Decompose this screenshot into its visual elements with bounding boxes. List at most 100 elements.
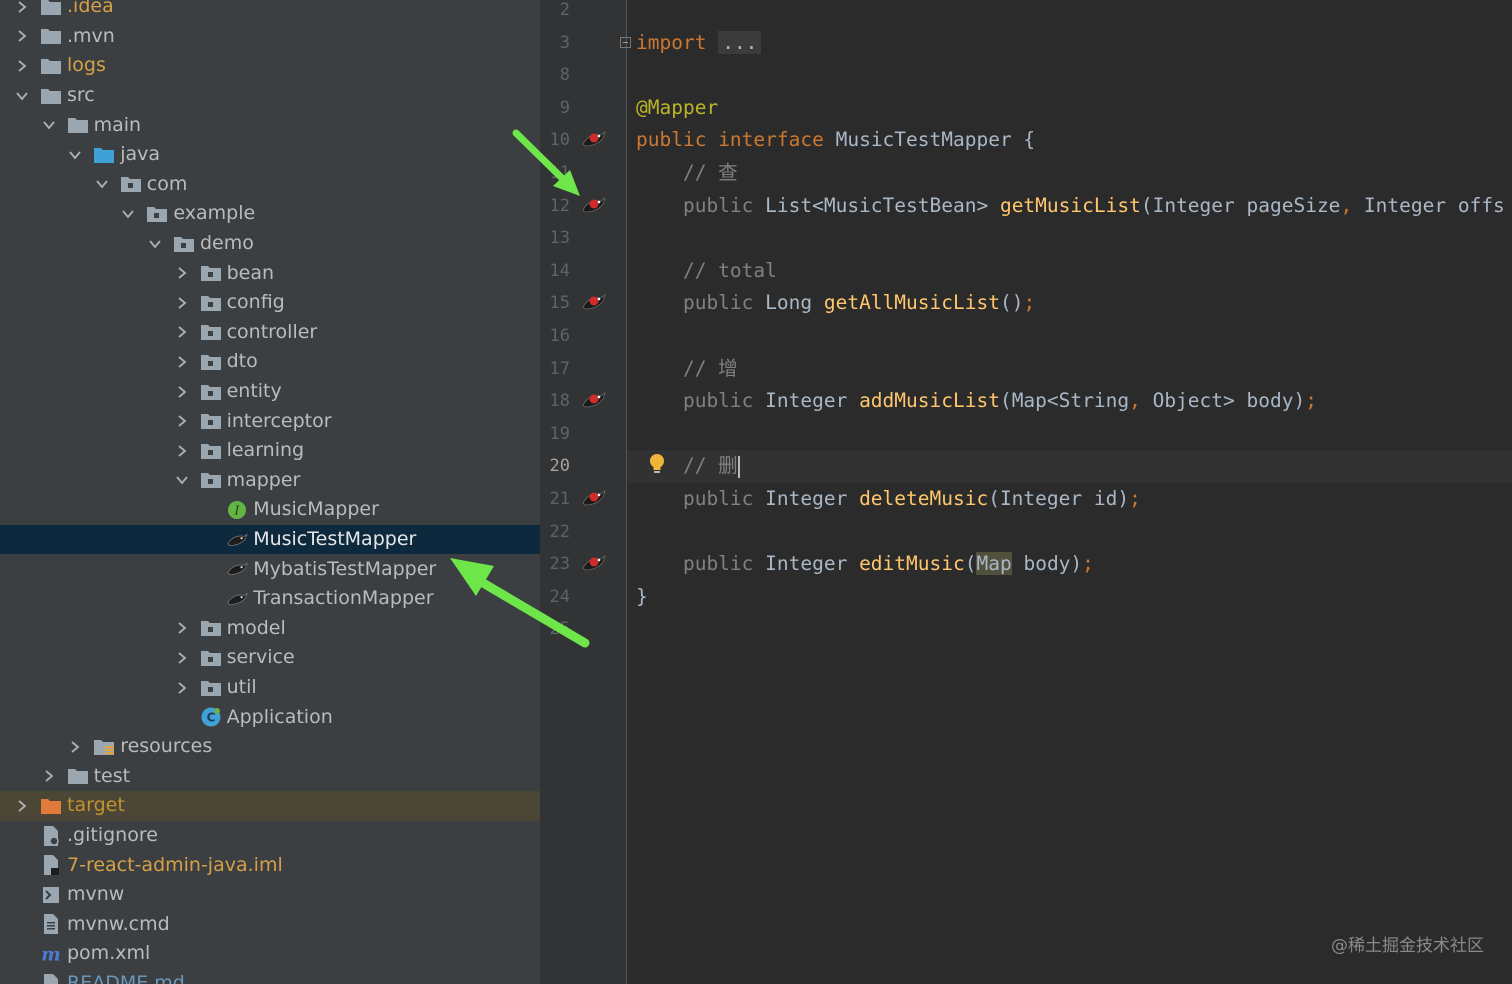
fold-toggle-icon[interactable] (620, 36, 631, 48)
code-token: Integer offs (1363, 193, 1505, 217)
line-number: 13 (549, 228, 570, 249)
chevron-right-icon[interactable] (174, 354, 190, 370)
tree-item-src[interactable]: src (0, 81, 540, 111)
mybatis-navigate-icon[interactable] (580, 551, 606, 577)
chevron-right-icon[interactable] (67, 739, 83, 755)
code-line[interactable]: public Integer deleteMusic(Integer id); (636, 483, 1141, 516)
code-line[interactable]: import ... (636, 27, 762, 60)
mybatis-bird-icon (226, 589, 249, 609)
code-line[interactable]: public Long getAllMusicList(); (636, 287, 1035, 320)
tree-item-test[interactable]: test (0, 762, 540, 792)
tree-item-application[interactable]: C Application (0, 702, 540, 732)
tree-item-mybatistestmapper[interactable]: MybatisTestMapper (0, 554, 540, 584)
chevron-right-icon[interactable] (174, 650, 190, 666)
tree-item-service[interactable]: service (0, 643, 540, 673)
mybatis-navigate-icon[interactable] (580, 127, 606, 153)
tree-item-main[interactable]: main (0, 110, 540, 140)
chevron-right-icon[interactable] (174, 384, 190, 400)
tree-item-gitignore[interactable]: .gitignore (0, 821, 540, 851)
tree-item-musicmapper[interactable]: I MusicMapper (0, 495, 540, 525)
chevron-down-icon[interactable] (67, 147, 83, 163)
project-tree-panel: .idea .mvn logs src main java com example demo be… (0, 0, 540, 984)
tree-item-interceptor[interactable]: interceptor (0, 406, 540, 436)
chevron-right-icon[interactable] (14, 798, 30, 814)
line-number: 2 (559, 0, 570, 20)
tree-item-label: MybatisTestMapper (253, 557, 437, 580)
tree-item-label: pom.xml (67, 942, 151, 965)
code-line[interactable]: @Mapper (636, 92, 718, 125)
chevron-right-icon[interactable] (174, 680, 190, 696)
mybatis-navigate-icon[interactable] (580, 388, 606, 414)
tree-item-util[interactable]: util (0, 673, 540, 703)
tree-item-mvnw-cmd[interactable]: mvnw.cmd (0, 910, 540, 940)
code-line[interactable]: // 删 (636, 450, 740, 483)
code-token: (Integer pageSize (1140, 193, 1341, 217)
chevron-right-icon[interactable] (174, 443, 190, 459)
code-line[interactable]: public Integer addMusicList(Map<String, … (636, 385, 1317, 418)
code-token: // 增 (636, 356, 738, 380)
code-line[interactable]: } (636, 581, 648, 614)
tree-item-transactionmapper[interactable]: TransactionMapper (0, 584, 540, 614)
mybatis-bird-icon (226, 530, 249, 550)
code-token: editMusic (859, 552, 965, 576)
tree-item-demo[interactable]: demo (0, 229, 540, 259)
svg-text:I: I (234, 503, 240, 517)
chevron-right-icon[interactable] (174, 324, 190, 340)
tree-item-mvn[interactable]: .mvn (0, 22, 540, 52)
line-number: 11 (549, 163, 570, 183)
tree-item-label: .mvn (67, 24, 115, 47)
chevron-right-icon[interactable] (14, 58, 30, 74)
tree-item-entity[interactable]: entity (0, 377, 540, 407)
tree-item-label: .gitignore (67, 824, 158, 847)
tree-item-idea[interactable]: .idea (0, 0, 540, 22)
chevron-right-icon[interactable] (174, 620, 190, 636)
tree-item-bean[interactable]: bean (0, 258, 540, 288)
tree-item-label: controller (226, 320, 318, 343)
tree-item-example[interactable]: example (0, 199, 540, 229)
tree-item-musictestmapper[interactable]: MusicTestMapper (0, 524, 540, 555)
code-token: // 查 (636, 161, 738, 184)
code-line[interactable]: public List<MusicTestBean> getMusicList(… (636, 190, 1505, 223)
chevron-right-icon[interactable] (14, 0, 30, 15)
mybatis-navigate-icon[interactable] (580, 290, 606, 316)
code-token: public (636, 389, 766, 413)
tree-item-pom-xml[interactable]: m pom.xml (0, 939, 540, 969)
tree-item-com[interactable]: com (0, 170, 540, 200)
code-line[interactable]: public interface MusicTestMapper { (636, 124, 1035, 157)
tree-item-label: entity (226, 380, 282, 403)
code-line[interactable]: // total (636, 255, 777, 288)
code-line[interactable]: // 查 (636, 157, 738, 190)
chevron-down-icon[interactable] (94, 176, 110, 192)
tree-item-target[interactable]: target (0, 791, 540, 821)
mybatis-navigate-icon[interactable] (580, 193, 606, 219)
chevron-down-icon[interactable] (41, 117, 57, 133)
mybatis-navigate-icon[interactable] (580, 486, 606, 512)
tree-item-mapper[interactable]: mapper (0, 466, 540, 496)
chevron-right-icon[interactable] (174, 265, 190, 281)
chevron-right-icon[interactable] (174, 295, 190, 311)
tree-item-resources[interactable]: resources (0, 732, 540, 762)
chevron-down-icon[interactable] (174, 472, 190, 488)
code-token: Integer (765, 487, 860, 510)
chevron-right-icon[interactable] (174, 413, 190, 429)
code-token: ; (1129, 487, 1141, 510)
tree-item-learning[interactable]: learning (0, 436, 540, 466)
tree-item-config[interactable]: config (0, 288, 540, 318)
chevron-down-icon[interactable] (147, 236, 163, 252)
tree-item-readme-md[interactable]: README.md (0, 969, 540, 984)
tree-item-java[interactable]: java (0, 140, 540, 170)
tree-item-mvnw[interactable]: mvnw (0, 880, 540, 910)
tree-item-7-react-admin-java-iml[interactable]: 7-react-admin-java.iml (0, 850, 540, 880)
chevron-right-icon[interactable] (14, 28, 30, 44)
tree-item-logs[interactable]: logs (0, 51, 540, 81)
code-token: // total (636, 258, 777, 282)
tree-item-controller[interactable]: controller (0, 318, 540, 348)
tree-item-dto[interactable]: dto (0, 347, 540, 377)
chevron-right-icon[interactable] (41, 768, 57, 784)
code-line[interactable]: public Integer editMusic(Map body); (636, 548, 1094, 581)
line-number: 10 (549, 130, 570, 151)
chevron-down-icon[interactable] (14, 88, 30, 104)
chevron-down-icon[interactable] (120, 206, 136, 222)
tree-item-model[interactable]: model (0, 614, 540, 644)
code-line[interactable]: // 增 (636, 353, 738, 386)
